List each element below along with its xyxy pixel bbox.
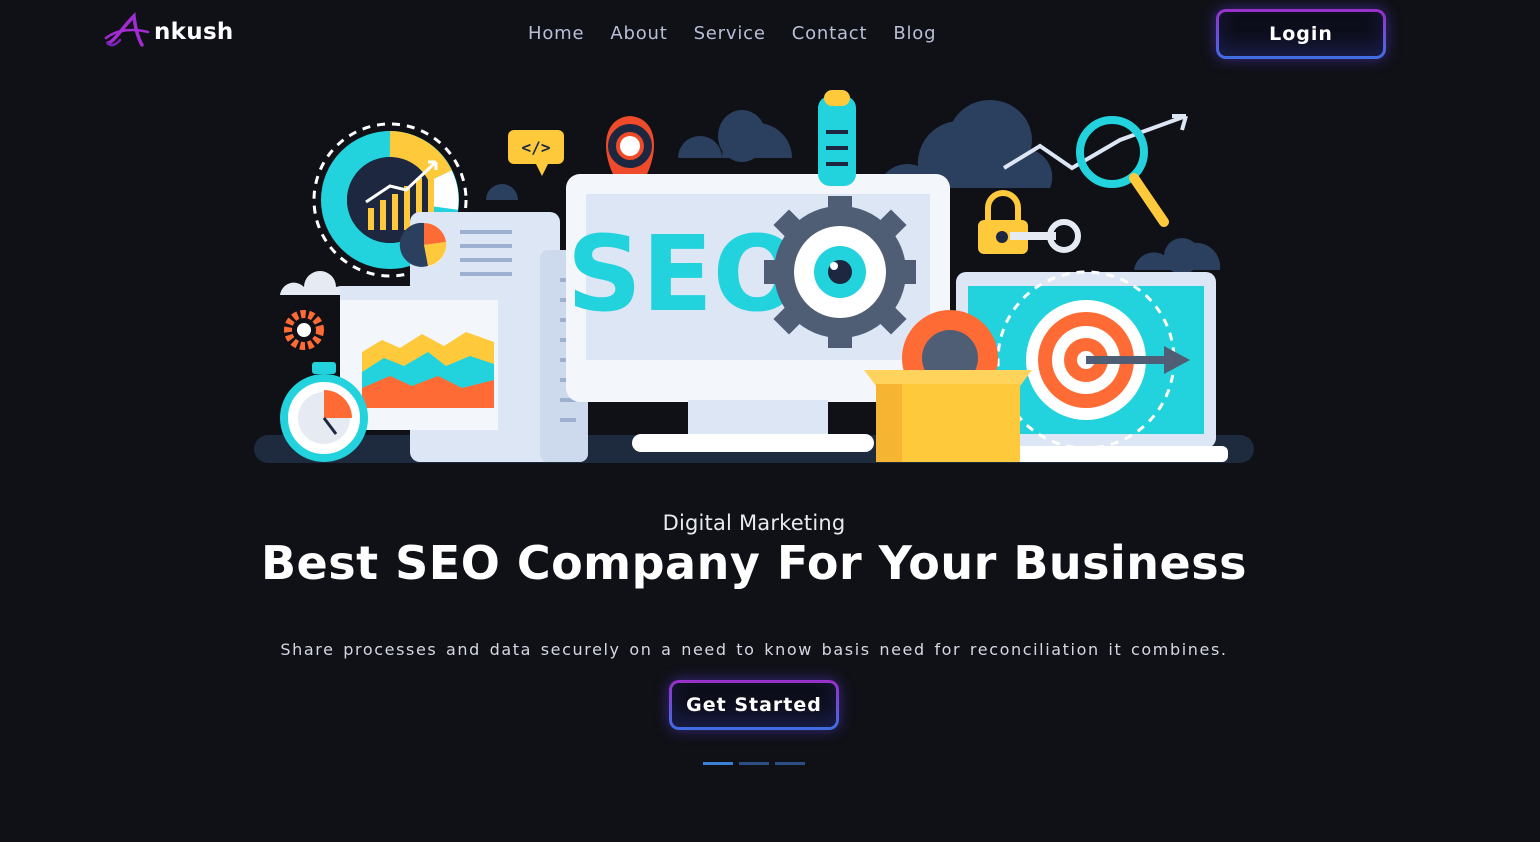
nav-blog[interactable]: Blog	[893, 20, 936, 48]
carousel-dot-3[interactable]	[775, 762, 805, 765]
hero-eyebrow: Digital Marketing	[662, 511, 846, 535]
nav-home[interactable]: Home	[528, 20, 584, 48]
seo-illustration: </> SEO	[254, 90, 1254, 463]
nav-contact[interactable]: Contact	[792, 20, 868, 48]
page: nkush Home About Service Contact Blog Lo…	[0, 0, 1540, 842]
brand-logo[interactable]: nkush	[104, 12, 234, 52]
carousel-dot-2[interactable]	[739, 762, 769, 765]
nav-service[interactable]: Service	[694, 20, 766, 48]
logo-a-icon	[104, 12, 150, 47]
hero-headline: Best SEO Company For Your Business	[261, 536, 1247, 590]
hero-subtext: Share processes and data securely on a n…	[280, 640, 1228, 659]
carousel-dot-1[interactable]	[703, 762, 733, 765]
logo-text: nkush	[154, 19, 234, 45]
code-text: </>	[522, 138, 551, 157]
get-started-button[interactable]: Get Started	[669, 680, 839, 730]
main-nav: Home About Service Contact Blog	[528, 20, 962, 48]
login-button[interactable]: Login	[1216, 9, 1386, 59]
nav-about[interactable]: About	[610, 20, 667, 48]
carousel-indicators	[703, 762, 805, 765]
